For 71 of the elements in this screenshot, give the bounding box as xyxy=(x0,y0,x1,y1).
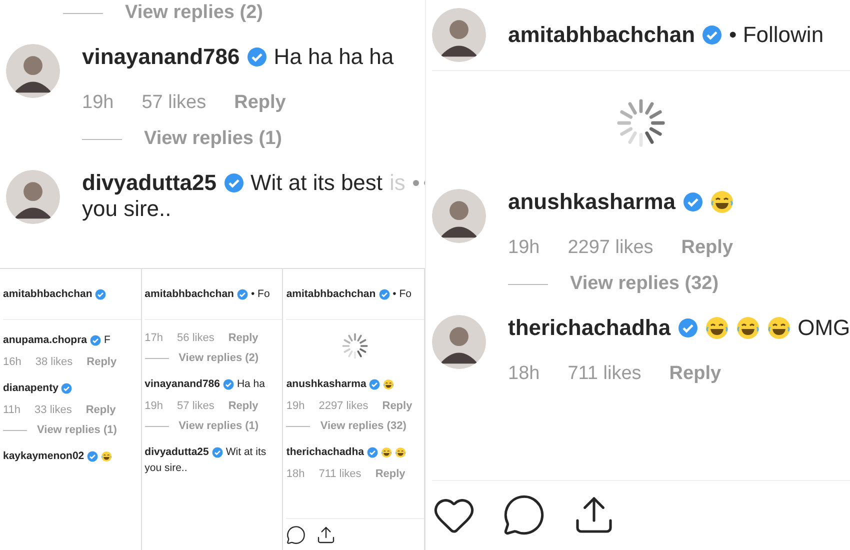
comment-text: Ha ha ha ha xyxy=(274,44,394,70)
reply-link[interactable]: Reply xyxy=(375,468,406,480)
comment-button[interactable] xyxy=(502,493,546,537)
reply-link[interactable]: Reply xyxy=(382,400,412,412)
username[interactable]: therichachadha xyxy=(286,446,364,458)
reply-link[interactable]: Reply xyxy=(681,237,734,259)
username[interactable]: amitabhbachchan xyxy=(144,288,234,300)
laughing-emoji-icon xyxy=(710,190,734,214)
view-replies-link[interactable]: View replies (1) xyxy=(144,420,282,432)
comment-text: Wit at its best xyxy=(250,170,383,196)
laughing-emoji-icon xyxy=(383,378,394,390)
reply-link[interactable]: Reply xyxy=(86,356,117,368)
likes-count: 2297 likes xyxy=(568,237,654,259)
comment-time: 11h xyxy=(3,404,21,416)
follow-status: • Fo xyxy=(392,288,412,300)
comment-text: you sire.. xyxy=(144,462,188,474)
comment-time: 19h xyxy=(286,400,305,412)
comment-time: 18h xyxy=(508,363,540,385)
likes-count: 2297 likes xyxy=(318,400,368,412)
comment-text: OMG xyxy=(798,315,850,341)
username[interactable]: therichachadha xyxy=(508,315,671,341)
laughing-emoji-icon xyxy=(394,446,406,458)
laughing-emoji-icon xyxy=(736,316,760,340)
comment-time: 19h xyxy=(82,92,114,114)
likes-count: 711 likes xyxy=(318,468,362,480)
username[interactable]: divyadutta25 xyxy=(144,446,209,458)
likes-count: 56 likes xyxy=(177,332,214,344)
comment-text: F xyxy=(104,334,110,346)
follow-status: • Followin xyxy=(729,22,824,48)
view-replies-link[interactable]: View replies (32) xyxy=(508,273,850,295)
comment-text: you sire.. xyxy=(82,196,172,221)
username[interactable]: dianapenty xyxy=(3,382,58,394)
likes-count: 711 likes xyxy=(568,363,642,385)
username[interactable]: vinayanand786 xyxy=(144,378,220,390)
username[interactable]: anupama.chopra xyxy=(3,334,88,346)
likes-count: 33 likes xyxy=(34,404,72,416)
username[interactable]: amitabhbachchan xyxy=(508,22,696,48)
view-replies-link[interactable]: View replies (1) xyxy=(82,128,425,150)
username[interactable]: kaykaymenon02 xyxy=(3,450,84,462)
reply-link[interactable]: Reply xyxy=(669,363,722,385)
reply-link[interactable]: Reply xyxy=(228,400,258,412)
comment-text: Ha ha xyxy=(236,378,265,390)
reply-link[interactable]: Reply xyxy=(234,92,286,114)
reply-link[interactable]: Reply xyxy=(228,332,258,344)
comment-time: 16h xyxy=(3,356,22,368)
username[interactable]: amitabhbachchan xyxy=(286,288,376,300)
comment-text: Wit at its xyxy=(226,446,266,458)
laughing-emoji-icon xyxy=(704,316,729,340)
reply-link[interactable]: Reply xyxy=(86,404,116,416)
laughing-emoji-icon xyxy=(766,316,791,340)
comment-time: 18h xyxy=(286,468,305,480)
likes-count: 57 likes xyxy=(177,400,214,412)
username[interactable]: divyadutta25 xyxy=(82,170,216,196)
view-replies-link[interactable]: View replies (32) xyxy=(286,420,424,432)
comment-time: 17h xyxy=(144,332,164,344)
share-button[interactable] xyxy=(316,525,336,545)
view-replies-link[interactable]: View replies (1) xyxy=(3,424,141,436)
comment-time: 19h xyxy=(508,237,540,259)
username[interactable]: anushkasharma xyxy=(508,189,676,215)
username[interactable]: anushkasharma xyxy=(286,378,366,390)
likes-count: 38 likes xyxy=(35,356,73,368)
follow-status: • Fo xyxy=(250,288,270,300)
view-replies-link[interactable]: View replies (2) xyxy=(63,2,263,24)
view-replies-link[interactable]: View replies (2) xyxy=(144,352,282,364)
comment-button[interactable] xyxy=(286,525,306,545)
laughing-emoji-icon xyxy=(101,450,112,462)
laughing-emoji-icon xyxy=(380,446,392,458)
comment-time: 19h xyxy=(144,400,164,412)
username[interactable]: amitabhbachchan xyxy=(3,288,92,300)
username[interactable]: vinayanand786 xyxy=(82,44,240,70)
likes-count: 57 likes xyxy=(142,92,206,114)
